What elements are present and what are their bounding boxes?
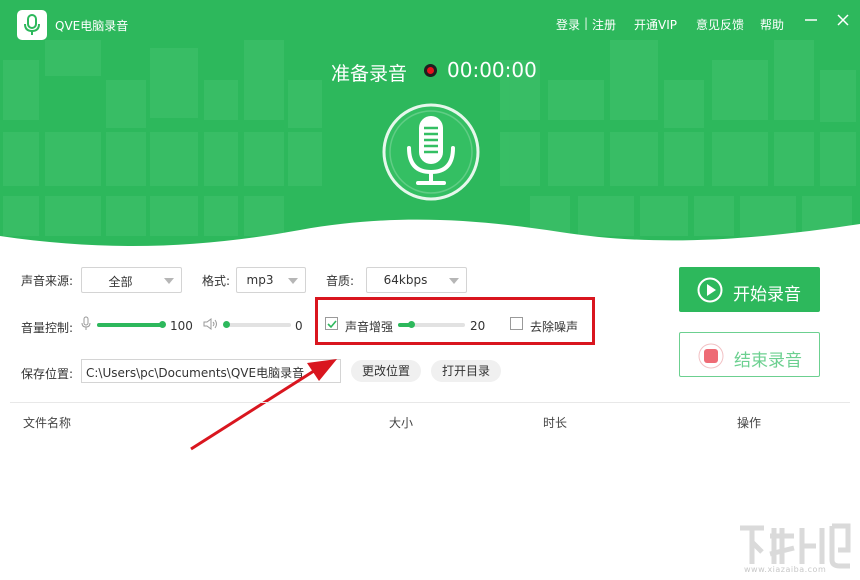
- stop-recording-label: 结束录音: [734, 351, 802, 371]
- app-logo: [17, 10, 47, 40]
- save-location-label: 保存位置:: [21, 367, 74, 381]
- mic-volume-knob[interactable]: [159, 321, 166, 328]
- vip-link[interactable]: 开通VIP: [634, 16, 677, 33]
- start-recording-button[interactable]: 开始录音: [679, 267, 820, 312]
- speaker-volume-knob[interactable]: [223, 321, 230, 328]
- mic-volume-slider[interactable]: [97, 321, 166, 328]
- stop-recording-button[interactable]: 结束录音: [679, 332, 820, 377]
- record-indicator-icon: [424, 64, 437, 77]
- column-actions: 操作: [737, 416, 762, 430]
- start-recording-label: 开始录音: [733, 285, 801, 305]
- format-label: 格式:: [202, 274, 231, 288]
- speaker-volume-slider[interactable]: [223, 321, 291, 328]
- open-folder-button[interactable]: 打开目录: [431, 360, 501, 382]
- app-title: QVE电脑录音: [55, 19, 129, 33]
- annotation-arrow: [190, 359, 337, 451]
- minimize-icon[interactable]: [803, 12, 819, 28]
- column-size: 大小: [389, 416, 414, 430]
- login-link[interactable]: 登录: [556, 16, 580, 33]
- stop-icon: [698, 343, 724, 369]
- list-divider: [10, 402, 850, 403]
- chevron-down-icon: [288, 278, 298, 284]
- change-location-button[interactable]: 更改位置: [351, 360, 421, 382]
- quality-select-value: 64kbps: [383, 273, 428, 287]
- quality-label: 音质:: [326, 274, 355, 288]
- source-label: 声音来源:: [21, 274, 74, 288]
- mic-volume-value: 100: [170, 319, 193, 333]
- watermark-url: www.xiazaiba.com: [744, 565, 827, 574]
- feedback-link[interactable]: 意见反馈: [696, 16, 744, 33]
- help-link[interactable]: 帮助: [760, 16, 784, 33]
- speaker-volume-value: 0: [295, 319, 303, 333]
- microphone-icon[interactable]: [381, 102, 481, 202]
- chevron-down-icon: [164, 278, 174, 284]
- record-status: 准备录音: [331, 63, 408, 85]
- speaker-icon: [203, 318, 217, 330]
- mic-small-icon: [81, 316, 91, 330]
- play-icon: [697, 277, 723, 303]
- highlight-box: [315, 297, 595, 345]
- quality-select[interactable]: 64kbps: [366, 267, 467, 293]
- nav-separator: |: [584, 16, 589, 30]
- header-banner: QVE电脑录音 登录 | 注册 开通VIP 意见反馈 帮助 准备录音 00:00…: [0, 0, 860, 255]
- mic-volume-fill: [97, 323, 162, 327]
- source-select-value: 全部: [108, 275, 133, 289]
- format-select[interactable]: mp3: [236, 267, 306, 293]
- format-select-value: mp3: [246, 273, 274, 287]
- column-duration: 时长: [543, 416, 568, 430]
- mic-logo-icon: [24, 14, 40, 35]
- close-icon[interactable]: [835, 12, 851, 28]
- column-file-name: 文件名称: [23, 416, 72, 430]
- source-select[interactable]: 全部: [81, 267, 182, 293]
- volume-label: 音量控制:: [21, 321, 74, 335]
- record-timer: 00:00:00: [447, 58, 537, 82]
- chevron-down-icon: [449, 278, 459, 284]
- register-link[interactable]: 注册: [592, 16, 616, 33]
